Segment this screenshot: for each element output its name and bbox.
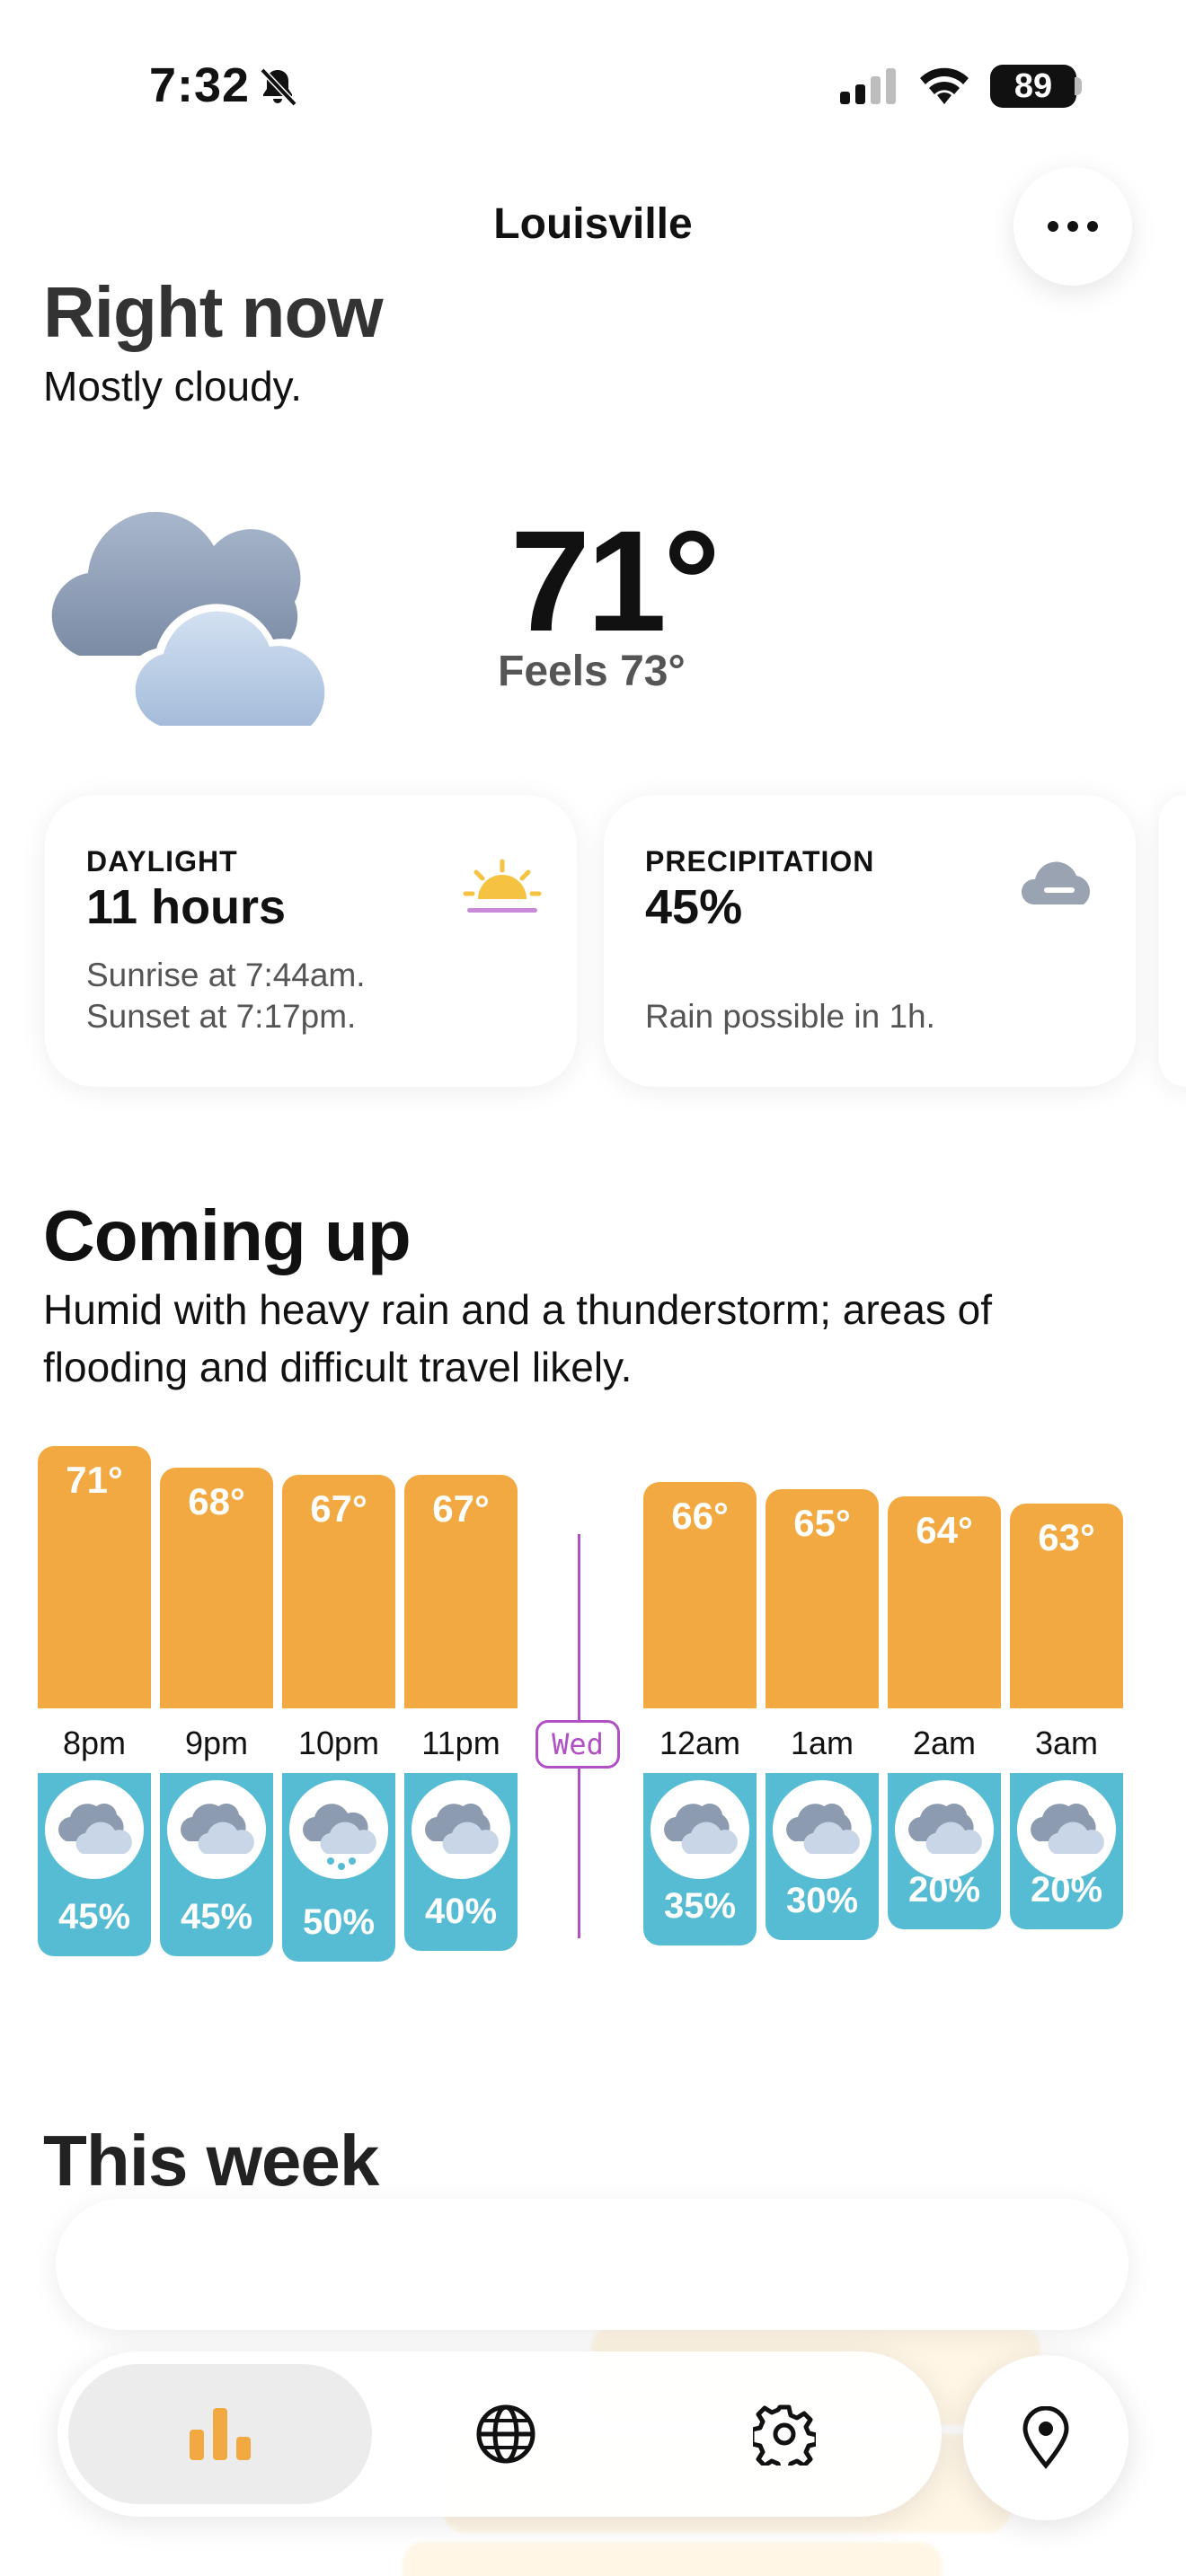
tab-bar xyxy=(58,2351,942,2517)
temperature-label: 64° xyxy=(916,1509,973,1551)
rain-icon xyxy=(289,1780,388,1879)
search-bar[interactable] xyxy=(56,2199,1128,2330)
wifi-icon xyxy=(920,67,969,104)
hour-time-label: 9pm xyxy=(184,1725,249,1761)
hour-time-label: 11pm xyxy=(421,1725,500,1761)
daylight-value: 11 hours xyxy=(86,880,287,934)
precipitation-card[interactable]: PRECIPITATION 45% Rain possible in 1h. xyxy=(604,795,1136,1087)
coming-up-summary: Humid with heavy rain and a thunderstorm… xyxy=(43,1286,992,1390)
partly-cloudy-night-icon xyxy=(773,1780,872,1879)
bell-slash-icon xyxy=(260,67,297,107)
signal-icon xyxy=(840,68,896,104)
right-now-condition: Mostly cloudy. xyxy=(43,363,303,410)
partly-cloudy-night-icon xyxy=(1017,1780,1116,1879)
hour-time-label: 10pm xyxy=(297,1725,380,1761)
daylight-label: DAYLIGHT xyxy=(86,845,238,878)
next-card-peek[interactable] xyxy=(1159,795,1186,1087)
temperature-label: 67° xyxy=(432,1487,490,1530)
partly-cloudy-night-icon xyxy=(651,1780,749,1879)
globe-icon xyxy=(476,2404,535,2464)
gear-icon xyxy=(753,2404,816,2466)
precipitation-label: 35% xyxy=(663,1886,737,1926)
ellipsis-dot xyxy=(1087,221,1098,232)
precipitation-label: PRECIPITATION xyxy=(645,845,875,878)
temperature-label: 71° xyxy=(66,1459,123,1501)
precipitation-detail: Rain possible in 1h. xyxy=(645,998,935,1035)
temperature-label: 68° xyxy=(188,1480,245,1522)
this-week-title: This week xyxy=(43,2121,379,2201)
more-button[interactable] xyxy=(1013,167,1132,286)
ellipsis-icon xyxy=(1048,221,1058,232)
sunset-text: Sunset at 7:17pm. xyxy=(86,998,357,1035)
precipitation-label: 50% xyxy=(302,1902,376,1942)
status-bar: 7:32 89 xyxy=(0,0,1186,171)
precipitation-label: 20% xyxy=(1030,1870,1103,1910)
location-button[interactable] xyxy=(963,2355,1128,2520)
ellipsis-dot xyxy=(1067,221,1078,232)
cloud-icon xyxy=(1021,861,1091,904)
bar-chart-icon xyxy=(190,2408,251,2460)
partly-cloudy-night-icon xyxy=(167,1780,266,1879)
current-temperature: 71° xyxy=(510,500,721,661)
precipitation-label: 20% xyxy=(907,1870,981,1910)
tab-globe[interactable] xyxy=(456,2387,555,2481)
right-now-title: Right now xyxy=(43,272,384,352)
battery-tip xyxy=(1075,77,1082,95)
status-time: 7:32 xyxy=(149,58,251,112)
precipitation-value: 45% xyxy=(645,880,743,934)
sunrise-text: Sunrise at 7:44am. xyxy=(86,957,366,993)
cloudy-icon xyxy=(51,511,336,731)
temperature-label: 66° xyxy=(671,1495,729,1537)
precipitation-label: 40% xyxy=(424,1892,498,1931)
location-title: Louisville xyxy=(493,200,693,248)
temperature-label: 65° xyxy=(793,1502,851,1544)
hour-time-label: 12am xyxy=(659,1725,741,1761)
battery-icon: 89 xyxy=(990,65,1076,108)
hour-time-label: 8pm xyxy=(62,1725,127,1761)
precipitation-label: 45% xyxy=(58,1897,131,1936)
tab-forecast[interactable] xyxy=(171,2387,270,2481)
coming-up-title: Coming up xyxy=(43,1195,412,1275)
sunrise-icon xyxy=(463,859,542,913)
partly-cloudy-night-icon xyxy=(895,1780,994,1879)
hour-time-label: 1am xyxy=(790,1725,854,1761)
hour-time-label: 2am xyxy=(912,1725,977,1761)
location-pin-icon xyxy=(1022,2406,1069,2469)
precipitation-label: 45% xyxy=(180,1897,253,1936)
day-divider-label: Wed xyxy=(535,1720,620,1769)
precipitation-label: 30% xyxy=(785,1881,859,1920)
daylight-card[interactable]: DAYLIGHT 11 hours Sunrise at 7:44am. Sun… xyxy=(45,795,577,1087)
partly-cloudy-night-icon xyxy=(412,1780,510,1879)
tab-settings[interactable] xyxy=(735,2387,834,2481)
partly-cloudy-night-icon xyxy=(45,1780,144,1879)
hour-time-label: 3am xyxy=(1034,1725,1099,1761)
feels-like: Feels 73° xyxy=(498,648,686,695)
temperature-label: 67° xyxy=(310,1487,367,1530)
temperature-label: 63° xyxy=(1038,1516,1095,1558)
week-bar xyxy=(403,2542,942,2576)
